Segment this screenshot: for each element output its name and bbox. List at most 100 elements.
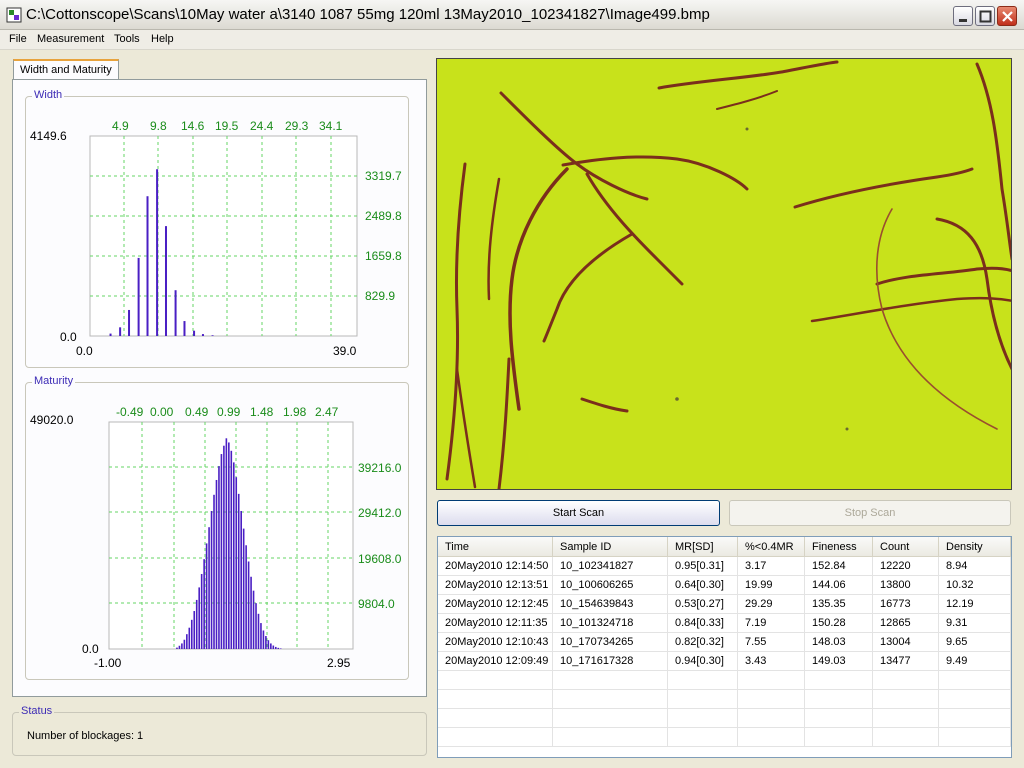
table-cell: 150.28	[805, 614, 873, 633]
maturity-bar	[176, 647, 178, 649]
maturity-right-tick: 39216.0	[358, 461, 402, 475]
table-cell: 29.29	[738, 595, 805, 614]
maturity-bar	[274, 646, 277, 649]
table-cell: 12.19	[939, 595, 1011, 614]
fiber	[508, 167, 569, 411]
table-cell	[738, 728, 805, 747]
tab-width-and-maturity[interactable]: Width and Maturity	[13, 59, 119, 80]
table-cell	[553, 671, 668, 690]
maturity-bar	[228, 442, 230, 649]
table-row[interactable]: 20May2010 12:09:49 10_171617328 0.94[0.30]…	[438, 652, 1011, 671]
close-button[interactable]	[997, 6, 1017, 26]
table-cell: 0.84[0.33]	[668, 614, 738, 633]
table-row[interactable]	[438, 690, 1011, 709]
table-cell: 13477	[873, 652, 939, 671]
maturity-bar	[247, 561, 250, 649]
table-cell	[738, 690, 805, 709]
maximize-icon	[979, 10, 992, 23]
maturity-bar	[245, 545, 247, 649]
table-cell	[805, 671, 873, 690]
table-cell	[939, 671, 1011, 690]
width-bar	[193, 330, 196, 336]
table-cell	[553, 690, 668, 709]
maturity-bar	[186, 634, 188, 649]
column-header-sample-id[interactable]: Sample ID	[553, 537, 668, 557]
maturity-bar	[277, 647, 280, 649]
debris-speck	[675, 397, 679, 401]
width-y-min: 0.0	[60, 330, 77, 344]
table-row[interactable]: 20May2010 12:13:51 10_100606265 0.64[0.30]…	[438, 576, 1011, 595]
table-header: Time Sample ID MR[SD] %<0.4MR Fineness C…	[438, 537, 1011, 557]
table-cell: 0.95[0.31]	[668, 557, 738, 576]
results-table[interactable]: Time Sample ID MR[SD] %<0.4MR Fineness C…	[437, 536, 1012, 758]
table-cell: 0.64[0.30]	[668, 576, 738, 595]
start-scan-button[interactable]: Start Scan	[437, 500, 720, 526]
table-cell: 9.49	[939, 652, 1011, 671]
maturity-y-max: 49020.0	[30, 413, 74, 427]
menu-tools[interactable]: Tools	[114, 33, 140, 45]
maturity-right-tick: 29412.0	[358, 506, 402, 520]
minimize-icon	[959, 19, 967, 22]
width-y-max: 4149.6	[30, 129, 67, 143]
table-cell	[668, 690, 738, 709]
minimize-button[interactable]	[953, 6, 973, 26]
column-header-mr-sd[interactable]: MR[SD]	[668, 537, 738, 557]
width-bar	[119, 327, 122, 336]
fiber	[487, 177, 501, 301]
table-cell: 149.03	[805, 652, 873, 671]
maturity-bar	[225, 438, 228, 649]
table-row[interactable]: 20May2010 12:14:50 10_102341827 0.95[0.31]…	[438, 557, 1011, 576]
app-icon	[6, 7, 22, 23]
menu-help[interactable]: Help	[151, 33, 174, 45]
maturity-y-min: 0.0	[82, 642, 99, 656]
width-bar	[174, 290, 177, 336]
maximize-button[interactable]	[975, 6, 995, 26]
column-header-percent-under-mr[interactable]: %<0.4MR	[738, 537, 805, 557]
stop-scan-button[interactable]: Stop Scan	[729, 500, 1011, 526]
maturity-bar	[210, 511, 213, 649]
table-cell: 20May2010 12:10:43	[438, 633, 553, 652]
menu-measurement[interactable]: Measurement	[37, 33, 104, 45]
table-cell	[939, 709, 1011, 728]
maturity-bar	[272, 645, 275, 649]
maturity-bar	[230, 450, 233, 649]
table-row[interactable]	[438, 709, 1011, 728]
maturity-bar	[262, 630, 265, 649]
table-cell	[873, 728, 939, 747]
maturity-bar	[198, 587, 200, 649]
table-cell: 10.32	[939, 576, 1011, 595]
cotton-fiber-image	[445, 60, 1011, 489]
table-cell	[939, 690, 1011, 709]
table-cell: 20May2010 12:12:45	[438, 595, 553, 614]
maturity-bar	[203, 559, 205, 649]
table-row[interactable]: 20May2010 12:11:35 10_101324718 0.84[0.33]…	[438, 614, 1011, 633]
width-top-tick: 34.1	[319, 119, 343, 133]
width-plot-area	[89, 135, 358, 337]
table-row[interactable]: 20May2010 12:12:45 10_154639843 0.53[0.27]…	[438, 595, 1011, 614]
column-header-density[interactable]: Density	[939, 537, 1011, 557]
column-header-fineness[interactable]: Fineness	[805, 537, 873, 557]
table-cell: 3.17	[738, 557, 805, 576]
column-header-time[interactable]: Time	[438, 537, 553, 557]
column-header-count[interactable]: Count	[873, 537, 939, 557]
menu-file[interactable]: File	[9, 33, 27, 45]
maturity-bar	[240, 511, 242, 649]
table-cell: 9.31	[939, 614, 1011, 633]
width-bar	[211, 335, 214, 336]
table-cell	[873, 671, 939, 690]
table-cell: 10_100606265	[553, 576, 668, 595]
table-cell	[668, 671, 738, 690]
maturity-bar	[235, 477, 238, 649]
table-row[interactable]	[438, 671, 1011, 690]
table-cell: 7.19	[738, 614, 805, 633]
table-cell	[873, 690, 939, 709]
table-cell: 0.94[0.30]	[668, 652, 738, 671]
table-cell	[738, 671, 805, 690]
maturity-bar	[188, 627, 191, 649]
table-cell: 144.06	[805, 576, 873, 595]
table-cell: 20May2010 12:09:49	[438, 652, 553, 671]
maturity-bar	[257, 613, 260, 649]
table-row[interactable]	[438, 728, 1011, 747]
table-row[interactable]: 20May2010 12:10:43 10_170734265 0.82[0.32]…	[438, 633, 1011, 652]
maturity-top-tick: 0.99	[217, 405, 241, 419]
